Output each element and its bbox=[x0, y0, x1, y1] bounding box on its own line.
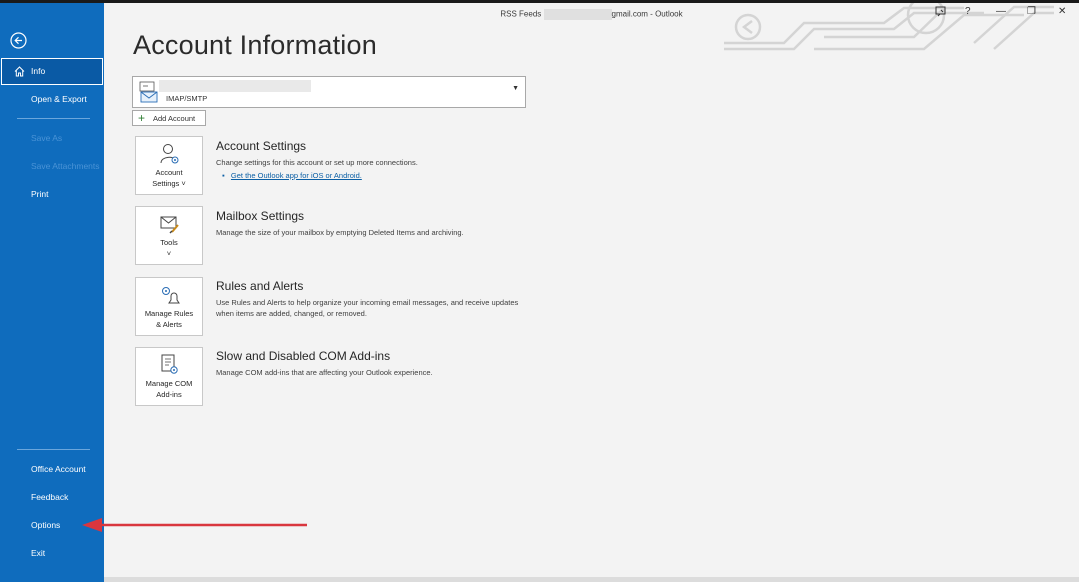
coming-soon-icon[interactable] bbox=[935, 6, 947, 21]
tile-label-line1: Manage COM bbox=[145, 379, 193, 388]
sidebar-item-label: Options bbox=[31, 520, 61, 530]
tools-icon bbox=[160, 216, 179, 234]
sidebar-divider bbox=[17, 118, 90, 119]
sidebar-item-feedback[interactable]: Feedback bbox=[0, 490, 104, 504]
sidebar-divider bbox=[17, 449, 90, 450]
rules-alerts-icon bbox=[162, 287, 180, 304]
sidebar-item-print[interactable]: Print bbox=[0, 187, 104, 201]
backstage-sidebar: Info Open & Export Save As Save Attachme… bbox=[0, 3, 104, 582]
manage-com-addins-button[interactable]: Manage COM Add-ins bbox=[135, 347, 203, 406]
help-button[interactable]: ? bbox=[965, 6, 971, 17]
section-description: Manage the size of your mailbox by empty… bbox=[216, 228, 464, 237]
section-heading: Slow and Disabled COM Add-ins bbox=[216, 349, 391, 363]
manage-rules-alerts-button[interactable]: Manage Rules & Alerts bbox=[135, 277, 203, 336]
link-text[interactable]: Get the Outlook app for iOS or Android. bbox=[231, 171, 362, 180]
mailbox-settings-section: Mailbox Settings Manage the size of your… bbox=[216, 209, 536, 238]
tile-label-line2: & Alerts bbox=[156, 320, 182, 329]
tile-label-line2: ˅ bbox=[166, 249, 172, 258]
chevron-down-icon: ▼ bbox=[512, 85, 519, 92]
plus-icon: + bbox=[138, 111, 146, 125]
section-description: Manage COM add-ins that are affecting yo… bbox=[216, 368, 433, 377]
com-addins-section: Slow and Disabled COM Add-ins Manage COM… bbox=[216, 349, 536, 378]
account-settings-section: Account Settings Change settings for thi… bbox=[216, 139, 536, 180]
section-description: Change settings for this account or set … bbox=[216, 158, 418, 167]
sidebar-item-exit[interactable]: Exit bbox=[0, 546, 104, 560]
add-account-label: Add Account bbox=[153, 114, 196, 123]
account-settings-icon bbox=[160, 144, 179, 164]
status-bar bbox=[104, 577, 1079, 582]
sidebar-item-label: Exit bbox=[31, 548, 46, 558]
sidebar-item-label: Info bbox=[31, 66, 46, 76]
close-button[interactable]: ✕ bbox=[1058, 6, 1066, 17]
page-title: Account Information bbox=[133, 30, 377, 60]
section-description: Use Rules and Alerts to help organize yo… bbox=[216, 298, 519, 318]
rules-alerts-section: Rules and Alerts Use Rules and Alerts to… bbox=[216, 279, 536, 319]
com-addins-icon bbox=[161, 354, 178, 374]
sidebar-item-office-account[interactable]: Office Account bbox=[0, 462, 104, 476]
sidebar-item-label: Save Attachments bbox=[31, 161, 100, 171]
tile-label: Manage Rules & Alerts bbox=[136, 308, 202, 330]
window-title-right: gmail.com - Outlook bbox=[611, 9, 683, 19]
restore-button[interactable]: ❐ bbox=[1027, 6, 1036, 17]
tile-label-line1: Account bbox=[155, 168, 183, 177]
sidebar-item-label: Office Account bbox=[31, 464, 86, 474]
back-arrow-icon[interactable] bbox=[10, 32, 27, 49]
main-content: RSS Feeds gmail.com - Outlook ? — ❐ ✕ Ac… bbox=[104, 3, 1079, 582]
sidebar-item-label: Print bbox=[31, 189, 49, 199]
tile-label: Account Settings ˅ bbox=[136, 167, 202, 189]
annotation-arrow bbox=[82, 518, 307, 532]
redacted-account-name bbox=[159, 80, 311, 92]
tile-label-line1: Tools bbox=[160, 238, 178, 247]
window-title-left: RSS Feeds bbox=[500, 9, 542, 19]
account-type: IMAP/SMTP bbox=[166, 94, 208, 103]
sidebar-item-save-as: Save As bbox=[0, 131, 104, 145]
mail-account-icon bbox=[139, 81, 158, 103]
tile-label: Manage COM Add-ins bbox=[136, 378, 202, 400]
tile-label-line1: Manage Rules bbox=[144, 309, 194, 318]
sidebar-item-open-export[interactable]: Open & Export bbox=[0, 92, 104, 106]
section-heading: Mailbox Settings bbox=[216, 209, 305, 223]
section-heading: Account Settings bbox=[216, 139, 307, 153]
account-settings-button[interactable]: Account Settings ˅ bbox=[135, 136, 203, 195]
redacted-email bbox=[543, 9, 612, 20]
minimize-button[interactable]: — bbox=[996, 6, 1006, 17]
sidebar-item-info[interactable]: Info bbox=[1, 58, 103, 85]
tools-button[interactable]: Tools ˅ bbox=[135, 206, 203, 265]
sidebar-item-label: Save As bbox=[31, 133, 63, 143]
sidebar-item-save-attachments: Save Attachments bbox=[0, 159, 104, 173]
home-icon bbox=[14, 66, 25, 77]
sidebar-item-label: Feedback bbox=[31, 492, 69, 502]
outlook-app-link[interactable]: ▪ Get the Outlook app for iOS or Android… bbox=[216, 171, 536, 180]
section-heading: Rules and Alerts bbox=[216, 279, 304, 293]
sidebar-item-label: Open & Export bbox=[31, 94, 87, 104]
tile-label-line2: Add-ins bbox=[156, 390, 182, 399]
account-selector[interactable]: IMAP/SMTP ▼ bbox=[132, 76, 526, 108]
tile-label-line2: Settings ˅ bbox=[152, 179, 186, 188]
tile-label: Tools ˅ bbox=[136, 237, 202, 259]
add-account-button[interactable]: + Add Account bbox=[132, 110, 206, 126]
